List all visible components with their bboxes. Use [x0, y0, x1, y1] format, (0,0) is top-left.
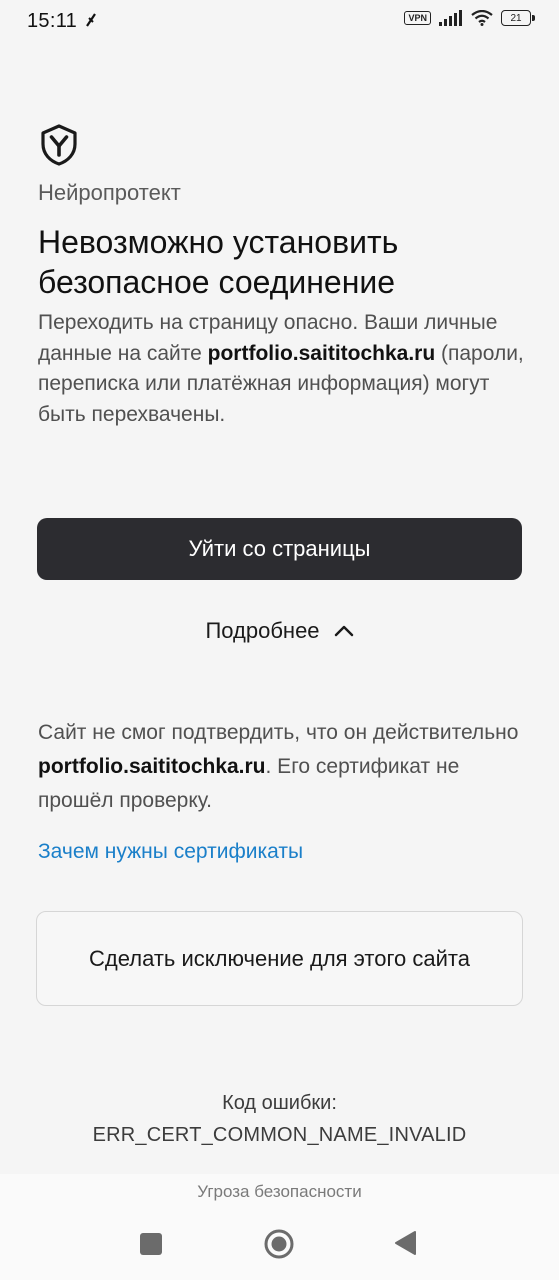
wifi-icon — [471, 10, 493, 26]
leave-page-button-label: Уйти со страницы — [188, 536, 371, 561]
add-exception-button-label: Сделать исключение для этого сайта — [89, 946, 470, 971]
details-toggle[interactable]: Подробнее — [0, 614, 559, 648]
certificate-explanation: Сайт не смог подтвердить, что он действи… — [38, 716, 538, 818]
recents-square-icon[interactable] — [140, 1233, 162, 1255]
page-title: Невозможно установить безопасное соедине… — [38, 224, 399, 300]
cert-text: Сайт не смог подтвердить, что он действи… — [38, 721, 519, 744]
page-tab-title: Угроза безопасности — [197, 1182, 362, 1201]
warning-description: Переходить на страницу опасно. Ваши личн… — [38, 308, 528, 430]
leave-page-button[interactable]: Уйти со страницы — [37, 518, 522, 580]
status-bar: 15:11 VPN 21 — [0, 0, 559, 44]
chevron-up-icon — [334, 625, 353, 637]
brand-name: Нейропротект — [38, 180, 181, 205]
certificates-info-link[interactable]: Зачем нужны сертификаты — [38, 840, 303, 864]
notification-icon — [86, 13, 96, 27]
status-time: 15:11 — [27, 10, 78, 32]
signal-icon — [439, 10, 462, 26]
back-triangle-icon[interactable] — [393, 1230, 417, 1256]
details-toggle-label: Подробнее — [205, 618, 320, 643]
cert-domain: portfolio.saititochka.ru — [38, 755, 266, 778]
shield-icon — [41, 124, 77, 166]
error-code: ERR_CERT_COMMON_NAME_INVALID — [92, 1124, 467, 1146]
add-exception-button[interactable]: Сделать исключение для этого сайта — [36, 911, 523, 1006]
home-circle-icon[interactable] — [263, 1228, 295, 1260]
site-domain: portfolio.saititochka.ru — [207, 341, 436, 365]
status-icons: VPN 21 — [404, 10, 535, 26]
battery-level: 21 — [510, 13, 522, 24]
vpn-badge: VPN — [404, 11, 431, 25]
battery-icon: 21 — [501, 10, 535, 26]
error-code-label: Код ошибки: — [222, 1092, 337, 1114]
